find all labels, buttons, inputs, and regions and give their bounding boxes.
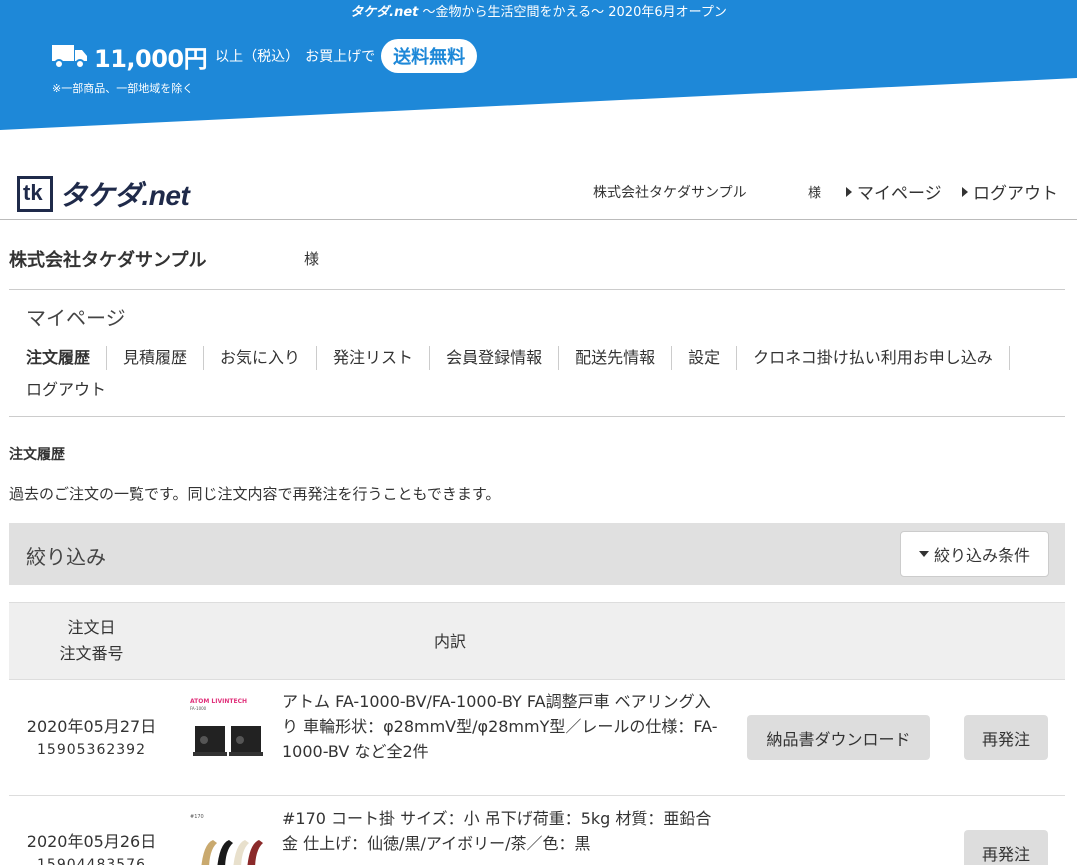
reorder-button[interactable]: 再発注 bbox=[964, 830, 1048, 865]
section-title: 注文履歴 bbox=[9, 447, 65, 463]
free-shipping-threshold: 11,000円 bbox=[94, 44, 208, 73]
logo-text: タケダ.net bbox=[59, 180, 190, 211]
customer-info: 株式会社タケダサンプル 様 bbox=[9, 246, 1065, 290]
filter-label: 絞り込み bbox=[26, 545, 106, 569]
mypage-nav: 注文履歴 見積履歴 お気に入り 発注リスト 会員登録情報 配送先情報 設定 クロ… bbox=[26, 346, 1056, 402]
promo-banner: タケダ.net ～金物から生活空間をかえる～ 2020年6月オープン 11,00… bbox=[0, 0, 1077, 132]
header-order-number: 注文番号 bbox=[59, 644, 124, 663]
product-image-label: #170 bbox=[190, 814, 204, 820]
product-image-brand: ATOM LIVINTECH bbox=[190, 698, 247, 705]
product-thumbnail[interactable]: #170 bbox=[187, 808, 271, 865]
nav-quote-history[interactable]: 見積履歴 bbox=[107, 346, 205, 370]
product-thumbnail[interactable]: ATOM LIVINTECH FA-1000 bbox=[187, 693, 271, 777]
table-row: 2020年05月27日 15905362392 ATOM LIVINTECH F… bbox=[9, 681, 1065, 796]
header-company-name: 株式会社タケダサンプル bbox=[593, 185, 747, 201]
filter-bar: 絞り込み 絞り込み条件 bbox=[9, 523, 1065, 585]
order-date: 2020年05月26日 bbox=[26, 832, 157, 851]
header-date-number: 注文日 注文番号 bbox=[9, 615, 174, 667]
banner-brand: タケダ.net bbox=[350, 5, 419, 20]
nav-order-history[interactable]: 注文履歴 bbox=[26, 346, 108, 370]
reorder-button[interactable]: 再発注 bbox=[964, 715, 1048, 760]
table-row: 2020年05月26日 15904483576 #170 #170 コート掛 サ… bbox=[9, 796, 1065, 865]
order-number[interactable]: 15904483576 bbox=[9, 857, 174, 865]
mypage-title: マイページ bbox=[26, 306, 126, 330]
nav-order-list[interactable]: 発注リスト bbox=[317, 346, 431, 370]
nav-member-info[interactable]: 会員登録情報 bbox=[430, 346, 560, 370]
banner-tagline-text: ～金物から生活空間をかえる～ 2020年6月オープン bbox=[422, 5, 727, 20]
product-image: #170 bbox=[190, 814, 263, 865]
site-header: tk タケダ.net 株式会社タケダサンプル 様 マイページ ログアウト bbox=[0, 160, 1077, 220]
header-logout-link[interactable]: ログアウト bbox=[962, 179, 1058, 204]
filter-conditions-button[interactable]: 絞り込み条件 bbox=[900, 531, 1049, 577]
caret-down-icon bbox=[918, 551, 929, 557]
header-mypage-label: マイページ bbox=[857, 184, 942, 204]
free-shipping-condition-2: お買上げで bbox=[305, 49, 376, 65]
product-image: ATOM LIVINTECH FA-1000 bbox=[190, 698, 263, 756]
nav-favorites[interactable]: お気に入り bbox=[204, 346, 318, 370]
header-honorific: 様 bbox=[808, 186, 822, 201]
nav-kuroneko-payment[interactable]: クロネコ掛け払い利用お申し込み bbox=[737, 346, 1010, 370]
product-image-model: FA-1000 bbox=[190, 706, 207, 711]
header-order-date: 注文日 bbox=[67, 618, 116, 637]
header-content: 内訳 bbox=[434, 632, 467, 651]
table-header: 注文日 注文番号 内訳 bbox=[9, 602, 1065, 680]
header-logout-label: ログアウト bbox=[973, 184, 1058, 204]
banner-tagline: タケダ.net ～金物から生活空間をかえる～ 2020年6月オープン bbox=[0, 1, 1077, 20]
order-description[interactable]: アトム FA-1000-BV/FA-1000-BY FA調整戸車 ベアリング入り… bbox=[282, 689, 722, 764]
order-description[interactable]: #170 コート掛 サイズ：小 吊下げ荷重：5kg 材質：亜鉛合金 仕上げ：仙徳… bbox=[282, 806, 722, 856]
free-shipping-badge: 送料無料 bbox=[381, 39, 478, 73]
customer-name: 株式会社タケダサンプル bbox=[9, 250, 207, 271]
nav-shipping-address[interactable]: 配送先情報 bbox=[559, 346, 673, 370]
triangle-right-icon bbox=[962, 186, 968, 197]
order-number[interactable]: 15905362392 bbox=[9, 742, 174, 758]
order-date: 2020年05月27日 bbox=[26, 717, 157, 736]
customer-honorific: 様 bbox=[304, 250, 320, 268]
free-shipping-offer: 11,000円 以上（税込） お買上げで 送料無料 bbox=[52, 38, 478, 74]
banner-note: ※一部商品、一部地域を除く bbox=[52, 82, 194, 95]
download-invoice-button[interactable]: 納品書ダウンロード bbox=[747, 715, 930, 760]
logo-mark-letters: tk bbox=[23, 180, 43, 205]
triangle-right-icon bbox=[846, 186, 852, 197]
logo-mark: tk bbox=[17, 176, 53, 212]
free-shipping-condition: 以上（税込） bbox=[215, 49, 300, 65]
nav-settings[interactable]: 設定 bbox=[672, 346, 738, 370]
section-description: 過去のご注文の一覧です。同じ注文内容で再発注を行うこともできます。 bbox=[9, 485, 501, 503]
divider bbox=[9, 416, 1065, 417]
site-logo[interactable]: tk タケダ.net bbox=[17, 174, 190, 214]
header-mypage-link[interactable]: マイページ bbox=[846, 179, 942, 204]
truck-icon bbox=[52, 45, 87, 69]
nav-logout[interactable]: ログアウト bbox=[26, 378, 122, 402]
filter-conditions-label: 絞り込み条件 bbox=[933, 546, 1030, 565]
